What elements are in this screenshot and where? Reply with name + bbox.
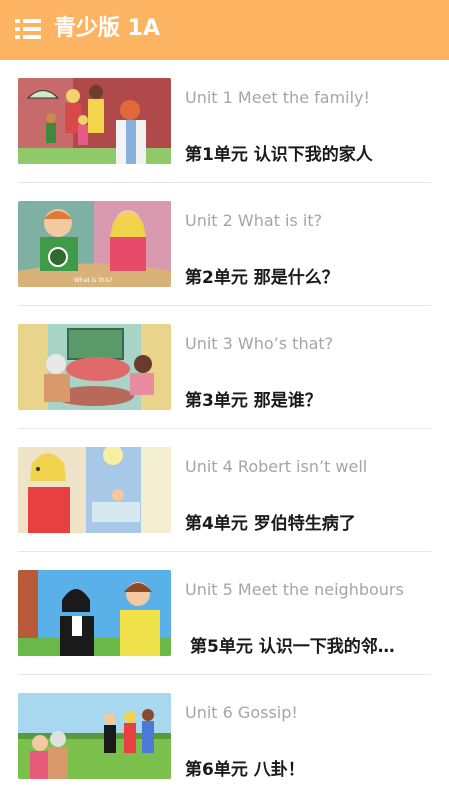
- unit-4-english-title: Unit 4 Robert isn’t well: [185, 457, 368, 476]
- unit-5-thumbnail: [18, 570, 171, 656]
- unit-5-english-title: Unit 5 Meet the neighbours: [185, 580, 404, 599]
- unit-item-5[interactable]: Unit 5 Meet the neighbours 第5单元 认识一下我的邻…: [0, 552, 449, 675]
- unit-2-chinese-title: 第2单元 那是什么？: [185, 268, 339, 288]
- unit-2-thumbnail: What is this?: [18, 201, 171, 287]
- unit-item-6[interactable]: Unit 6 Gossip! 第6单元 八卦！: [0, 675, 449, 798]
- unit-6-thumbnail: [18, 693, 171, 779]
- unit-2-english-title: Unit 2 What is it?: [185, 211, 323, 230]
- unit-item-4[interactable]: Unit 4 Robert isn’t well 第4单元 罗伯特生病了: [0, 429, 449, 552]
- unit-item-1[interactable]: Unit 1 Meet the family! 第1单元 认识下我的家人: [0, 60, 449, 183]
- unit-1-thumbnail: [18, 78, 171, 164]
- list-menu-icon[interactable]: [15, 17, 41, 41]
- unit-3-thumbnail: [18, 324, 171, 410]
- unit-item-2[interactable]: What is this? Unit 2 What is it? 第2单元 那是…: [0, 183, 449, 306]
- unit-3-chinese-title: 第3单元 那是谁？: [185, 391, 322, 411]
- page-title: 青少版 1A: [54, 16, 160, 41]
- unit-1-english-title: Unit 1 Meet the family!: [185, 88, 370, 107]
- unit-1-chinese-title: 第1单元 认识下我的家人: [185, 145, 373, 165]
- unit-list: Unit 1 Meet the family! 第1单元 认识下我的家人 Wha…: [0, 60, 449, 799]
- unit-4-thumbnail: [18, 447, 171, 533]
- unit-3-english-title: Unit 3 Who’s that?: [185, 334, 334, 353]
- unit-item-3[interactable]: Unit 3 Who’s that? 第3单元 那是谁？: [0, 306, 449, 429]
- app-header: 青少版 1A: [0, 0, 449, 60]
- unit-2-thumbnail-caption: What is this?: [74, 277, 113, 284]
- unit-4-chinese-title: 第4单元 罗伯特生病了: [185, 514, 356, 534]
- unit-5-chinese-title: 第5单元 认识一下我的邻…: [190, 637, 395, 657]
- unit-6-chinese-title: 第6单元 八卦！: [185, 760, 305, 780]
- unit-6-english-title: Unit 6 Gossip!: [185, 703, 298, 722]
